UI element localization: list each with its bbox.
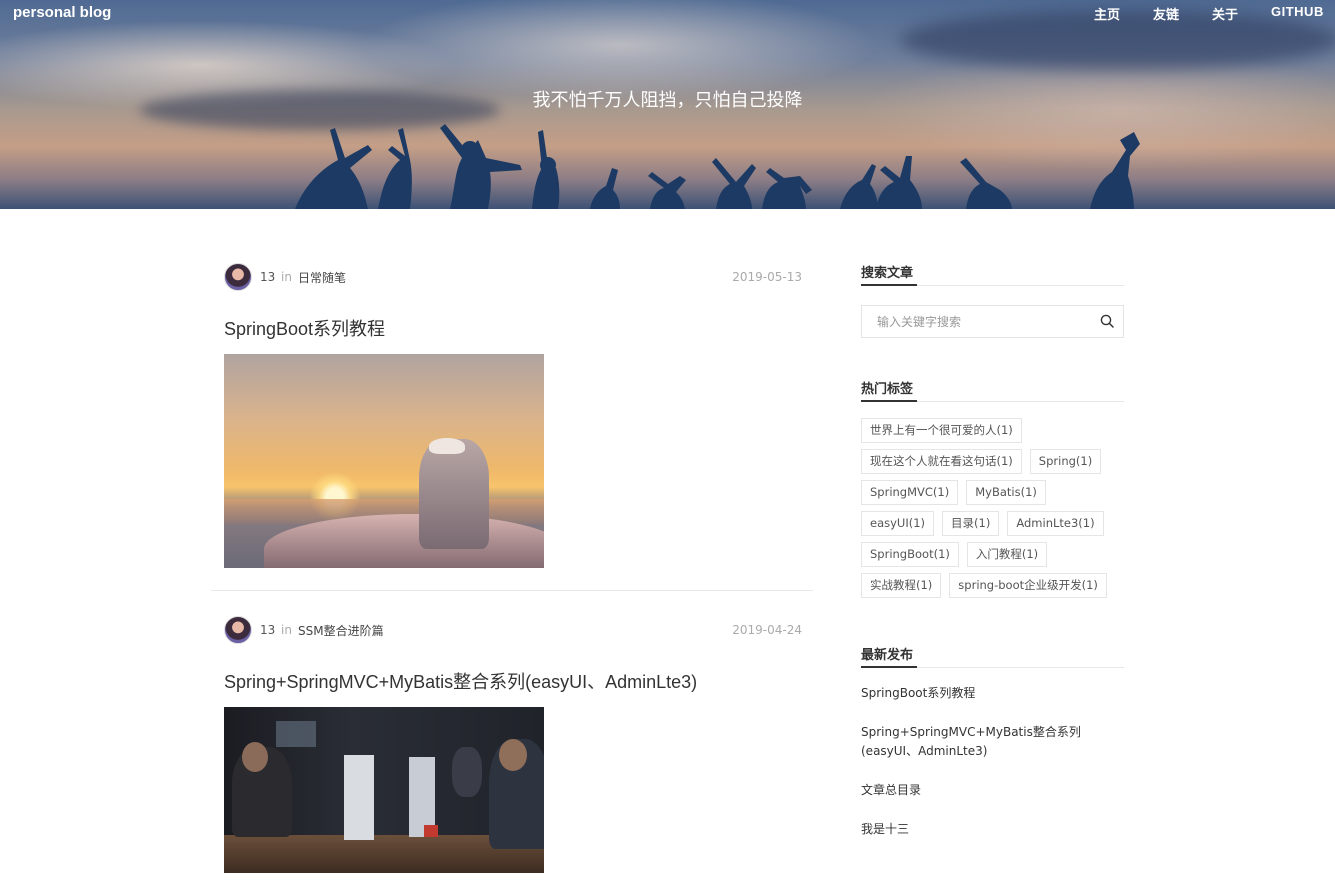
search-box: [861, 305, 1124, 338]
hero-banner: personal blog 主页 友链 关于 GITHUB 我不怕千万人阻挡，只…: [0, 0, 1335, 209]
post-title[interactable]: SpringBoot系列教程: [224, 315, 802, 341]
tag[interactable]: MyBatis(1): [966, 480, 1046, 505]
tag[interactable]: 入门教程(1): [966, 542, 1048, 567]
post-in-label: in: [281, 270, 292, 284]
post-title[interactable]: Spring+SpringMVC+MyBatis整合系列(easyUI、Admi…: [224, 668, 802, 694]
post-in-label: in: [281, 623, 292, 637]
nav-github[interactable]: GITHUB: [1271, 4, 1324, 19]
tag[interactable]: 世界上有一个很可爱的人(1): [861, 418, 1022, 443]
recent-post-link[interactable]: Spring+SpringMVC+MyBatis整合系列(easyUI、Admi…: [861, 723, 1124, 761]
post-thumbnail-image[interactable]: [224, 707, 544, 873]
sidebar-tags-section: 热门标签 世界上有一个很可爱的人(1) 现在这个人就在看这句话(1) Sprin…: [861, 372, 1124, 604]
recent-post-link[interactable]: 文章总目录: [861, 781, 1124, 800]
post-card: 13 in SSM整合进阶篇 2019-04-24 Spring+SpringM…: [224, 616, 802, 873]
sidebar-recent-section: 最新发布 SpringBoot系列教程 Spring+SpringMVC+MyB…: [861, 638, 1124, 859]
nav-home[interactable]: 主页: [1094, 4, 1120, 23]
tag[interactable]: easyUI(1): [861, 511, 935, 536]
post-category[interactable]: 日常随笔: [298, 269, 346, 286]
nav-about[interactable]: 关于: [1212, 4, 1238, 23]
avatar[interactable]: [224, 616, 252, 644]
recent-post-link[interactable]: 我是十三: [861, 820, 1124, 839]
recent-heading: 最新发布: [861, 638, 1124, 668]
tag[interactable]: SpringMVC(1): [861, 480, 959, 505]
sidebar-search-section: 搜索文章: [861, 256, 1124, 338]
post-date: 2019-05-13: [732, 270, 802, 284]
tag[interactable]: AdminLte3(1): [1007, 511, 1104, 536]
tag[interactable]: 实战教程(1): [861, 573, 942, 598]
tag[interactable]: 目录(1): [942, 511, 1000, 536]
post-thumbnail-image[interactable]: [224, 354, 544, 568]
post-card: 13 in 日常随笔 2019-05-13 SpringBoot系列教程: [224, 263, 802, 568]
post-author[interactable]: 13: [260, 623, 275, 637]
nav-friends[interactable]: 友链: [1153, 4, 1179, 23]
tag[interactable]: 现在这个人就在看这句话(1): [861, 449, 1022, 474]
post-meta: 13 in 日常随笔 2019-05-13: [224, 263, 802, 293]
post-meta: 13 in SSM整合进阶篇 2019-04-24: [224, 616, 802, 646]
post-date: 2019-04-24: [732, 623, 802, 637]
tag[interactable]: Spring(1): [1029, 449, 1102, 474]
post-author[interactable]: 13: [260, 270, 275, 284]
site-slogan: 我不怕千万人阻挡，只怕自己投降: [532, 90, 803, 111]
avatar[interactable]: [224, 263, 252, 291]
tag[interactable]: spring-boot企业级开发(1): [949, 573, 1107, 598]
post-divider: [211, 590, 813, 591]
search-input[interactable]: [862, 306, 1082, 337]
post-category[interactable]: SSM整合进阶篇: [298, 622, 384, 639]
tags-heading: 热门标签: [861, 372, 1124, 402]
recent-post-link[interactable]: SpringBoot系列教程: [861, 684, 1124, 703]
search-heading: 搜索文章: [861, 256, 1124, 286]
recent-list: SpringBoot系列教程 Spring+SpringMVC+MyBatis整…: [861, 684, 1124, 839]
search-icon[interactable]: [1100, 314, 1114, 328]
site-brand[interactable]: personal blog: [13, 4, 111, 21]
tag-cloud: 世界上有一个很可爱的人(1) 现在这个人就在看这句话(1) Spring(1) …: [861, 418, 1124, 604]
tag[interactable]: SpringBoot(1): [861, 542, 959, 567]
